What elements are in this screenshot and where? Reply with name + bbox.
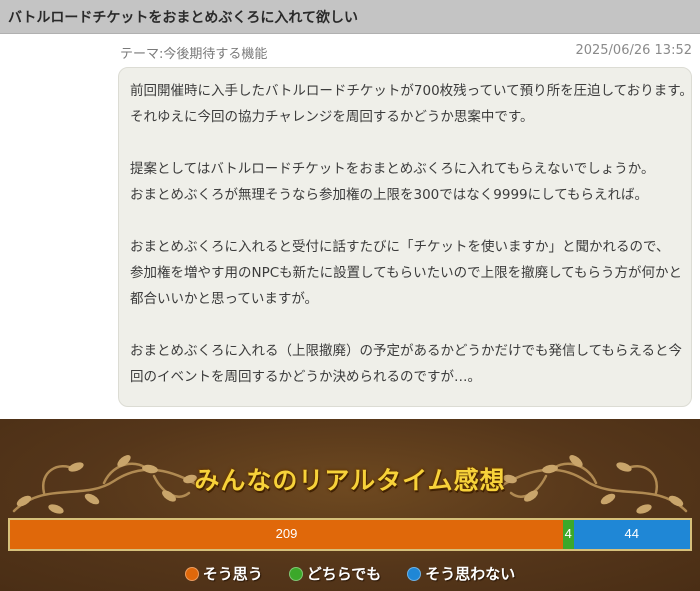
post-body-box: 前回開催時に入手したバトルロードチケットが700枚残っていて預り所を圧迫しており… xyxy=(118,67,693,407)
post-line: 前回開催時に入手したバトルロードチケットが700枚残っていて預り所を圧迫しており… xyxy=(130,83,693,99)
vote-result-bar: 209 4 44 xyxy=(8,518,692,551)
vote-label-neutral: どちらでも xyxy=(306,565,382,583)
vote-option-neutral[interactable]: どちらでも xyxy=(288,563,382,584)
vote-count-disagree: 44 xyxy=(624,526,639,541)
vote-option-disagree[interactable]: そう思わない xyxy=(407,563,515,584)
post-line: おまとめぶくろに入れると受付に話すたびに「チケットを使いますか」と聞かれるので、… xyxy=(130,239,683,307)
post-date: 2025/06/26 13:52 xyxy=(575,43,692,58)
vote-legend: そう思う どちらでも そう思わない xyxy=(0,563,700,584)
theme-value: 今後期待する機能 xyxy=(163,47,268,62)
post-body: 前回開催時に入手したバトルロードチケットが700枚残っていて預り所を圧迫しており… xyxy=(130,78,693,390)
vote-bar-agree: 209 xyxy=(10,520,563,549)
theme-category: テーマ:今後期待する機能 xyxy=(120,43,267,62)
thread-title: バトルロードチケットをおまとめぶくろに入れて欲しい xyxy=(8,10,358,26)
post-line: おまとめぶくろが無理そうなら参加権の上限を300ではなく9999にしてもらえれば… xyxy=(130,187,649,203)
theme-label: テーマ xyxy=(120,47,160,62)
post-line: おまとめぶくろに入れる（上限撤廃）の予定があるかどうかだけでも発信してもらえると… xyxy=(130,343,683,385)
vote-label-agree: そう思う xyxy=(202,565,263,583)
thread-title-bar: バトルロードチケットをおまとめぶくろに入れて欲しい xyxy=(0,0,700,34)
post-line: それゆえに今回の協力チャレンジを周回するかどうか思案中です。 xyxy=(130,109,534,125)
blue-dot-icon xyxy=(407,566,422,581)
post-line: 提案としてはバトルロードチケットをおまとめぶくろに入れてもらえないでしょうか。 xyxy=(130,161,655,177)
vote-label-disagree: そう思わない xyxy=(425,565,516,583)
vote-option-agree[interactable]: そう思う xyxy=(184,563,263,584)
vote-count-agree: 209 xyxy=(275,526,298,541)
post-meta: テーマ:今後期待する機能 2025/06/26 13:52 xyxy=(0,41,700,63)
realtime-feedback-title: みんなのリアルタイム感想 xyxy=(194,466,506,495)
orange-dot-icon xyxy=(184,566,199,581)
green-dot-icon xyxy=(288,566,303,581)
vote-bar-neutral: 4 xyxy=(562,520,574,549)
vote-count-neutral: 4 xyxy=(564,526,572,541)
vote-bar-disagree: 44 xyxy=(573,520,690,549)
